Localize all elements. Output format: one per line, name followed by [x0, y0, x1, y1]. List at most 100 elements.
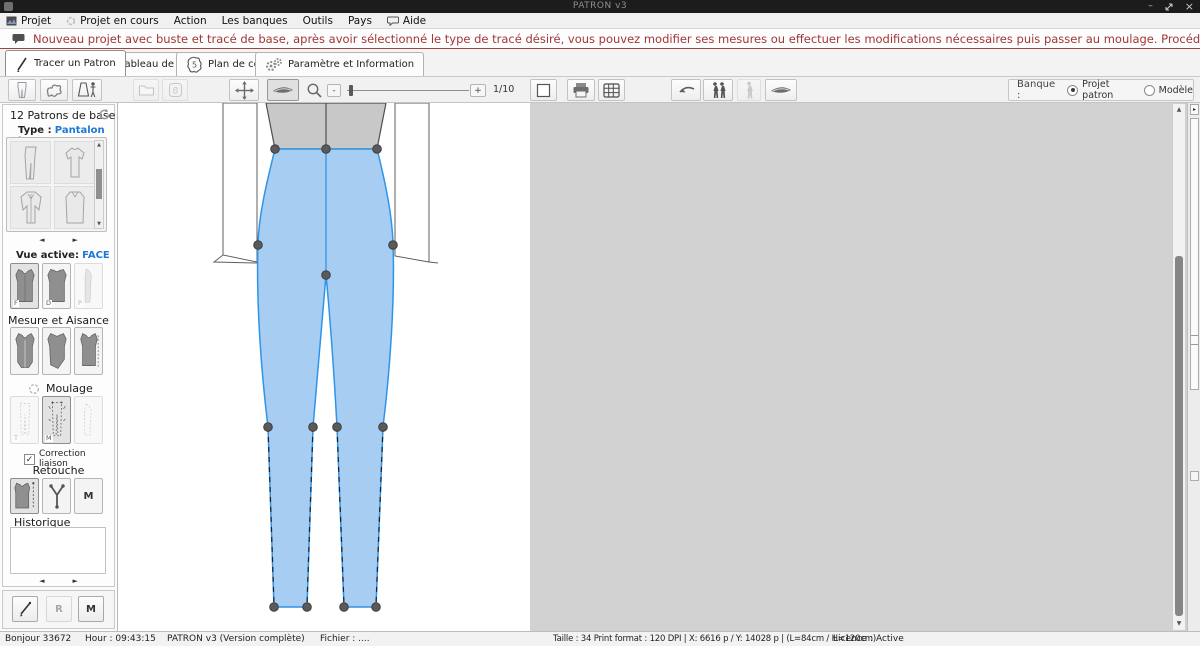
torso-shape	[266, 103, 386, 149]
scroll-down-icon[interactable]: ▼	[95, 221, 103, 227]
tab-tracer-un-patron[interactable]: Tracer un Patron	[5, 50, 126, 76]
zoom-slider-track[interactable]	[347, 90, 469, 91]
control-point[interactable]	[309, 423, 318, 432]
thumbnail-scrollbar[interactable]: ▲ ▼	[94, 140, 104, 229]
control-point[interactable]	[389, 241, 398, 250]
retouche-m-button[interactable]: M	[74, 478, 103, 514]
moulage-t-button[interactable]: T	[10, 396, 39, 444]
thumbnail-pants[interactable]	[10, 141, 51, 184]
restore-icon[interactable]	[1165, 3, 1173, 11]
control-point[interactable]	[264, 423, 273, 432]
status-bar: Bonjour 33672 Hour : 09:43:15 PATRON v3 …	[0, 631, 1200, 646]
menu-aide[interactable]: Aide	[387, 15, 426, 27]
control-point[interactable]	[303, 603, 312, 612]
moulage-m-button[interactable]: M	[42, 396, 71, 444]
moulage-profile-button[interactable]	[74, 396, 103, 444]
scroll-up-icon[interactable]: ▲	[95, 142, 103, 148]
zoom-out-button[interactable]: -	[327, 84, 341, 97]
control-point[interactable]	[254, 241, 263, 250]
single-model-button[interactable]	[737, 79, 761, 101]
control-point[interactable]	[322, 271, 331, 280]
view-back-button[interactable]: D	[42, 263, 71, 309]
notice-bar: Nouveau projet avec buste et tracé de ba…	[0, 28, 1200, 49]
thumbnail-pager[interactable]: ◄►	[0, 236, 117, 244]
zoom-slider-handle[interactable]	[349, 85, 353, 96]
tab-parametre-et-information[interactable]: Paramètre et Information	[255, 52, 424, 76]
snap-button[interactable]: 8	[162, 79, 188, 101]
retouche-y-tool-button[interactable]	[42, 478, 71, 514]
grid-button[interactable]	[598, 79, 625, 101]
close-button[interactable]: ×	[1185, 0, 1194, 13]
menu-projet[interactable]: Projet	[6, 15, 51, 27]
menu-projet-en-cours[interactable]: Projet en cours	[66, 15, 159, 27]
menu-les-banques[interactable]: Les banques	[222, 15, 288, 27]
minimize-button[interactable]: –	[1148, 0, 1153, 13]
thumbnail-tshirt[interactable]	[54, 141, 95, 184]
thumbnail-scroll-thumb[interactable]	[96, 169, 102, 199]
trace-tool-button[interactable]	[12, 596, 38, 622]
outer-scrollbar-handle[interactable]	[1190, 471, 1199, 481]
freeform-curve-button[interactable]	[40, 79, 68, 101]
thumbnail-jacket[interactable]	[10, 186, 51, 229]
zoom-fraction-label: 1/10	[493, 84, 514, 95]
folder-button[interactable]	[133, 79, 159, 101]
canvas-vertical-scrollbar[interactable]: ▲ ▼	[1172, 103, 1186, 631]
retouche-measure-button[interactable]	[10, 478, 39, 514]
menu-action[interactable]: Action	[174, 15, 207, 27]
move-button[interactable]	[229, 79, 259, 101]
mesure-button-1[interactable]	[10, 327, 39, 375]
menu-bar: Projet Projet en cours Action Les banque…	[0, 13, 1200, 28]
mesure-button-3[interactable]	[74, 327, 103, 375]
menu-outils[interactable]: Outils	[303, 15, 333, 27]
scroll-down-icon[interactable]: ▼	[1173, 618, 1185, 630]
banque-label: Banque :	[1017, 79, 1055, 101]
outer-scrollbar-thumb[interactable]	[1190, 118, 1199, 390]
refresh-patterns-icon[interactable]	[98, 108, 111, 121]
outer-scroll-top-button[interactable]: ▸	[1190, 104, 1199, 115]
flip-view-button[interactable]	[671, 79, 701, 101]
scroll-up-icon[interactable]: ▲	[1173, 104, 1185, 116]
pattern-svg[interactable]	[118, 103, 530, 631]
pen-stroke-icon	[15, 56, 29, 72]
control-point[interactable]	[340, 603, 349, 612]
history-list[interactable]	[10, 527, 106, 574]
outer-scrollbar-grip[interactable]	[1191, 335, 1198, 345]
show-eye-button[interactable]	[765, 79, 797, 101]
bodice-measure-icon	[14, 331, 36, 371]
scrollbar-thumb[interactable]	[1175, 256, 1183, 616]
banque-option-label: Projet patron	[1082, 79, 1131, 101]
view-profile-button[interactable]: P	[74, 263, 103, 309]
banque-radio-projet-patron[interactable]	[1067, 85, 1078, 96]
outer-vertical-scrollbar[interactable]: ▸	[1187, 103, 1200, 631]
control-point[interactable]	[271, 145, 280, 154]
pants-tool-button[interactable]	[8, 79, 36, 101]
menu-pays[interactable]: Pays	[348, 15, 372, 27]
correction-checkbox[interactable]: ✓	[24, 454, 35, 465]
control-point[interactable]	[333, 423, 342, 432]
history-pager[interactable]: ◄►	[0, 577, 117, 585]
banque-radio-modele[interactable]	[1144, 85, 1155, 96]
m-button[interactable]: M	[78, 596, 104, 622]
banque-panel: Banque : Projet patron Modèle	[1008, 79, 1194, 101]
print-button[interactable]	[567, 79, 595, 101]
folder-icon	[138, 83, 155, 97]
control-point[interactable]	[373, 145, 382, 154]
view-eye-button[interactable]	[267, 79, 299, 101]
view-front-button[interactable]: F	[10, 263, 39, 309]
thumbnail-coat[interactable]	[54, 186, 95, 229]
vue-label: Vue active:	[16, 250, 79, 261]
control-point[interactable]	[270, 603, 279, 612]
patron-app-window: PATRON v3 – × Projet Projet en cours Act…	[0, 0, 1200, 646]
control-point[interactable]	[372, 603, 381, 612]
mesure-button-2[interactable]	[42, 327, 71, 375]
r-button[interactable]: R	[46, 596, 72, 622]
title-bar: PATRON v3 – ×	[0, 0, 1200, 13]
bodice-ease-icon	[78, 331, 100, 371]
control-point[interactable]	[322, 145, 331, 154]
control-point[interactable]	[379, 423, 388, 432]
trouser-profile-icon	[81, 401, 97, 439]
page-preview-button[interactable]	[530, 79, 557, 101]
dress-model-button[interactable]	[72, 79, 102, 101]
two-models-button[interactable]	[703, 79, 733, 101]
zoom-in-button[interactable]: +	[470, 84, 486, 97]
